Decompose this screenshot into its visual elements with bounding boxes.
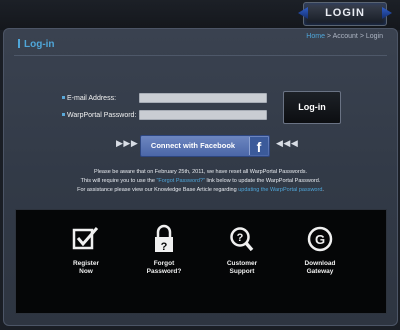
login-panel: Log-in Home > Account > Login E-mail Add… bbox=[3, 28, 398, 326]
breadcrumb-current: Login bbox=[365, 33, 383, 40]
lock-icon: ? bbox=[147, 224, 181, 254]
breadcrumb-sep: > bbox=[357, 33, 366, 40]
arrows-right-icon: ▶ ▶ ▶ bbox=[116, 138, 138, 148]
breadcrumb-sep: > bbox=[324, 33, 333, 40]
login-badge[interactable]: LOGIN bbox=[298, 2, 392, 26]
email-label-text: E-mail Address: bbox=[67, 95, 117, 102]
support-label-1: Customer bbox=[226, 260, 258, 267]
login-badge-label: LOGIN bbox=[325, 7, 365, 19]
kb-article-link[interactable]: updating the WarpPortal password bbox=[238, 187, 322, 193]
forgot-label-2: Password? bbox=[146, 268, 182, 275]
download-gateway-button[interactable]: G Download Gateway bbox=[290, 224, 350, 276]
password-label-text: WarpPortal Password: bbox=[67, 112, 137, 119]
register-now-button[interactable]: Register Now bbox=[56, 224, 116, 276]
notice-line-2-post: link below to update the WarpPortal Pass… bbox=[205, 178, 321, 184]
bullet-icon bbox=[62, 113, 65, 116]
register-label-2: Now bbox=[79, 268, 93, 275]
login-button[interactable]: Log-in bbox=[283, 91, 341, 124]
svg-text:?: ? bbox=[237, 232, 244, 244]
gateway-icon: G bbox=[303, 224, 337, 254]
notice-line-3: For assistance please view our Knowledge… bbox=[14, 187, 387, 193]
email-field[interactable] bbox=[139, 93, 267, 103]
password-label: WarpPortal Password: bbox=[62, 112, 136, 119]
svg-text:G: G bbox=[315, 232, 325, 247]
page-title: Log-in bbox=[18, 39, 55, 50]
register-label-1: Register bbox=[72, 260, 99, 267]
facebook-icon: f bbox=[249, 137, 268, 155]
gateway-label-1: Download bbox=[304, 260, 336, 267]
forgot-password-button[interactable]: ? Forgot Password? bbox=[134, 224, 194, 276]
top-bar: LOGIN bbox=[0, 0, 400, 30]
breadcrumb-home-link[interactable]: Home bbox=[306, 33, 325, 40]
forgot-label-1: Forgot bbox=[153, 260, 175, 267]
notice-line-3-pre: For assistance please view our Knowledge… bbox=[77, 187, 239, 193]
notice-line-1: Please be aware that on February 25th, 2… bbox=[93, 169, 308, 175]
gateway-label-2: Gateway bbox=[306, 268, 334, 275]
register-icon bbox=[69, 224, 103, 254]
notice-line-2-pre: This will require you to use the bbox=[80, 178, 157, 184]
arrows-left-icon: ◀ ◀ ◀ bbox=[276, 138, 298, 148]
breadcrumb-account: Account bbox=[332, 33, 358, 40]
password-field[interactable] bbox=[139, 110, 267, 120]
title-marker bbox=[18, 39, 20, 48]
email-label: E-mail Address: bbox=[62, 95, 116, 102]
svg-text:?: ? bbox=[161, 241, 168, 253]
breadcrumb: Home > Account > Login bbox=[306, 33, 383, 40]
search-help-icon: ? bbox=[225, 224, 259, 254]
support-label-2: Support bbox=[229, 268, 255, 275]
bullet-icon bbox=[62, 96, 65, 99]
page-title-text: Log-in bbox=[24, 39, 55, 50]
actions-box: Register Now ? Forgot Password? ? Customer… bbox=[15, 209, 387, 314]
notice-line-3-post: . bbox=[322, 187, 324, 193]
customer-support-button[interactable]: ? Customer Support bbox=[212, 224, 272, 276]
facebook-connect-button[interactable]: Connect with Facebook f bbox=[140, 135, 270, 157]
notice-line-2: This will require you to use the "Forgot… bbox=[14, 178, 387, 184]
facebook-connect-label: Connect with Facebook bbox=[150, 141, 236, 150]
forgot-password-link[interactable]: "Forgot Password?" bbox=[156, 178, 205, 184]
title-divider bbox=[14, 55, 387, 56]
